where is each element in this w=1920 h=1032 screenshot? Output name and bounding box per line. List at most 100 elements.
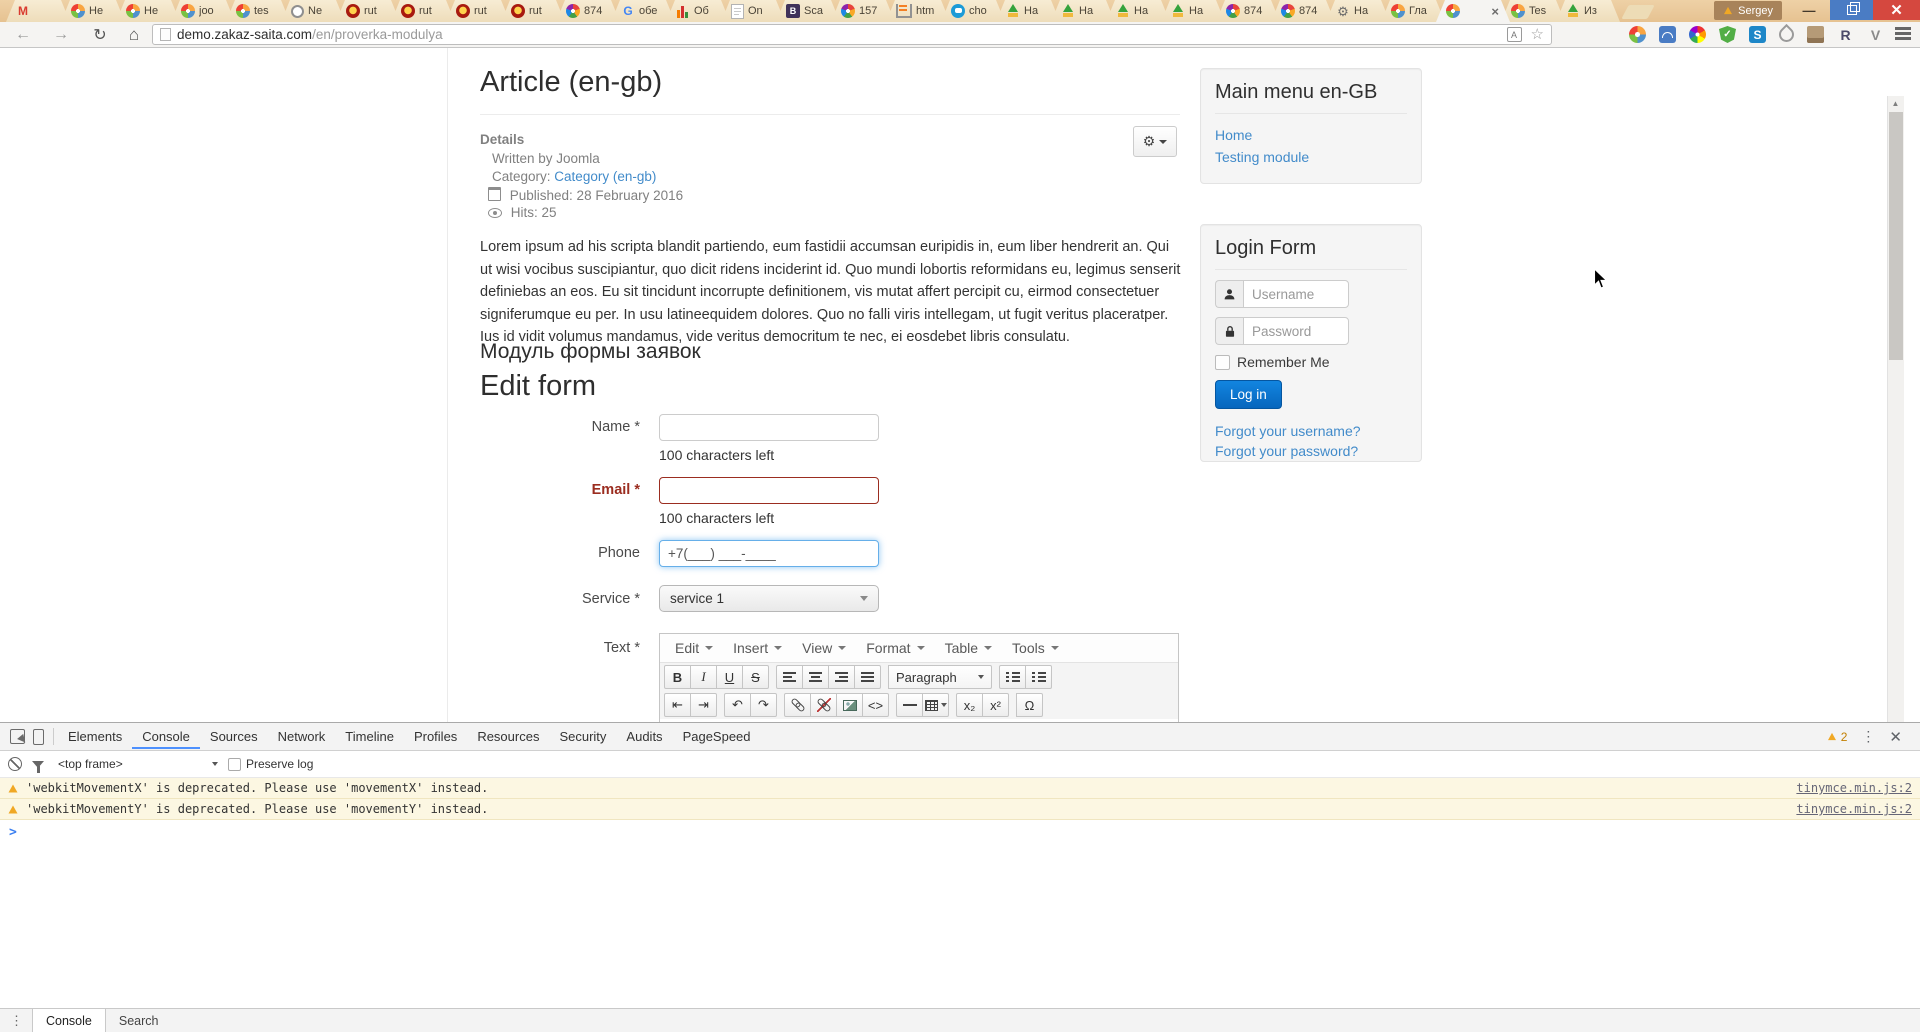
align-justify-button[interactable] — [854, 665, 881, 689]
console-prompt[interactable]: > — [0, 820, 1920, 840]
image-button[interactable] — [836, 693, 863, 717]
paragraph-format-select[interactable]: Paragraph — [888, 665, 992, 689]
back-icon[interactable]: ← — [8, 22, 38, 47]
browser-tab[interactable]: rut — [336, 0, 400, 22]
bookmark-star-icon[interactable]: ☆ — [1531, 27, 1544, 42]
name-field[interactable] — [659, 414, 879, 441]
source-code-button[interactable]: <> — [862, 693, 889, 717]
bullet-list-button[interactable] — [999, 665, 1026, 689]
browser-tab[interactable]: Из — [1556, 0, 1620, 22]
strikethrough-button[interactable]: S — [742, 665, 769, 689]
devtools-tab-audits[interactable]: Audits — [616, 724, 672, 749]
editor-menu-insert[interactable]: Insert — [724, 637, 791, 659]
editor-menu-edit[interactable]: Edit — [666, 637, 722, 659]
preserve-log-toggle[interactable]: Preserve log — [228, 757, 313, 771]
translate-icon[interactable]: A — [1506, 27, 1522, 42]
drop-ext-icon[interactable] — [1775, 23, 1798, 46]
s-ext-icon[interactable]: S — [1749, 26, 1766, 43]
devtools-tab-console[interactable]: Console — [132, 724, 200, 749]
devtools-tab-timeline[interactable]: Timeline — [335, 724, 404, 749]
browser-tab-active[interactable]: × — [1436, 0, 1510, 22]
close-button[interactable]: ✕ — [1873, 0, 1920, 20]
minimize-button[interactable]: — — [1788, 0, 1830, 20]
login-button[interactable]: Log in — [1215, 380, 1282, 409]
devtools-close-icon[interactable]: ✕ — [1889, 728, 1902, 746]
editor-menu-table[interactable]: Table — [936, 637, 1001, 659]
browser-tab[interactable]: На — [1326, 0, 1390, 22]
roboform-ext-icon[interactable]: R — [1837, 26, 1854, 43]
devtools-tab-sources[interactable]: Sources — [200, 724, 268, 749]
special-character-button[interactable]: Ω — [1016, 693, 1043, 717]
shield-ext-icon[interactable]: ✓ — [1719, 26, 1736, 43]
restore-button[interactable] — [1830, 0, 1873, 20]
profile-badge[interactable]: Sergey — [1714, 1, 1782, 20]
drawer-tab-console[interactable]: Console — [32, 1009, 106, 1032]
browser-tab[interactable]: Ne — [281, 0, 345, 22]
source-link[interactable]: tinymce.min.js:2 — [1796, 781, 1912, 795]
devtools-tab-resources[interactable]: Resources — [467, 724, 549, 749]
devtools-tab-elements[interactable]: Elements — [58, 724, 132, 749]
address-bar[interactable]: demo.zakaz-saita.com/en/proverka-modulya… — [152, 24, 1552, 45]
url-text[interactable]: demo.zakaz-saita.com/en/proverka-modulya — [177, 27, 443, 42]
v-ext-icon[interactable]: V — [1867, 26, 1884, 43]
browser-tab[interactable]: 157 — [831, 0, 895, 22]
inspect-element-icon[interactable] — [10, 729, 25, 744]
browser-tab[interactable]: 874 — [1216, 0, 1280, 22]
undo-button[interactable]: ↶ — [724, 693, 751, 717]
filter-icon[interactable] — [32, 760, 44, 773]
browser-tab[interactable]: Гла — [1381, 0, 1445, 22]
subscript-button[interactable]: x₂ — [956, 693, 983, 717]
page-scrollbar[interactable]: ▲ ▼ — [1887, 96, 1904, 722]
align-left-button[interactable] — [776, 665, 803, 689]
speed-dial-ext-icon[interactable] — [1659, 26, 1676, 43]
username-field[interactable] — [1243, 280, 1349, 308]
service-select[interactable]: service 1 — [659, 585, 879, 612]
sidebar-menu-link[interactable]: Testing module — [1215, 146, 1407, 168]
browser-tab[interactable]: Sca — [776, 0, 840, 22]
sidebar-menu-link[interactable]: Home — [1215, 124, 1407, 146]
align-center-button[interactable] — [802, 665, 829, 689]
browser-tab[interactable] — [6, 0, 70, 22]
browser-tab[interactable]: joo — [171, 0, 235, 22]
browser-tab[interactable]: На — [1106, 0, 1170, 22]
table-button[interactable] — [922, 693, 949, 717]
warning-count-badge[interactable]: 2 — [1827, 730, 1847, 744]
browser-tab[interactable]: На — [1161, 0, 1225, 22]
browser-tab[interactable]: He — [61, 0, 125, 22]
device-toolbar-icon[interactable] — [33, 728, 44, 745]
browser-tab[interactable]: На — [996, 0, 1060, 22]
editor-menu-view[interactable]: View — [793, 637, 855, 659]
superscript-button[interactable]: x² — [982, 693, 1009, 717]
browser-tab[interactable]: On — [721, 0, 785, 22]
devtools-menu-icon[interactable]: ⋮ — [1861, 728, 1875, 745]
devtools-tab-pagespeed[interactable]: PageSpeed — [673, 724, 761, 749]
article-options-button[interactable]: ⚙ — [1133, 126, 1177, 157]
devtools-tab-profiles[interactable]: Profiles — [404, 724, 467, 749]
browser-tab[interactable]: обе — [611, 0, 675, 22]
outdent-button[interactable]: ⇤ — [664, 693, 691, 717]
browser-tab[interactable]: htm — [886, 0, 950, 22]
bold-button[interactable]: B — [664, 665, 691, 689]
align-right-button[interactable] — [828, 665, 855, 689]
numbered-list-button[interactable] — [1025, 665, 1052, 689]
browser-tab[interactable]: Об — [666, 0, 730, 22]
browser-tab[interactable]: 874 — [1271, 0, 1335, 22]
scroll-up-icon[interactable]: ▲ — [1888, 96, 1903, 111]
joomla-ext-icon[interactable] — [1629, 26, 1646, 43]
browser-menu-icon[interactable] — [1895, 27, 1911, 30]
home-icon[interactable]: ⌂ — [120, 22, 148, 47]
devtools-tab-network[interactable]: Network — [268, 724, 336, 749]
password-field[interactable] — [1243, 317, 1349, 345]
color-wheel-ext-icon[interactable] — [1689, 26, 1706, 43]
browser-tab[interactable]: Tes — [1501, 0, 1565, 22]
forgot-link[interactable]: Forgot your username? — [1215, 421, 1407, 441]
remember-checkbox[interactable] — [1215, 354, 1230, 370]
tab-close-icon[interactable]: × — [1491, 5, 1499, 18]
redo-button[interactable]: ↷ — [750, 693, 777, 717]
scrollbar-thumb[interactable] — [1889, 112, 1903, 360]
underline-button[interactable]: U — [716, 665, 743, 689]
browser-tab[interactable]: He — [116, 0, 180, 22]
browser-tab[interactable]: cho — [941, 0, 1005, 22]
frame-selector[interactable]: <top frame> — [54, 757, 218, 771]
browser-tab[interactable]: 874 — [556, 0, 620, 22]
